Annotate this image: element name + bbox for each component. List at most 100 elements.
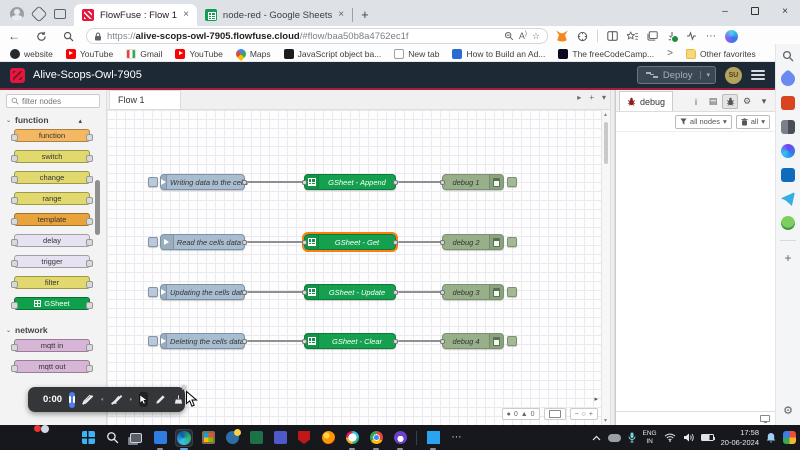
vscode-button[interactable] — [425, 430, 441, 446]
workspace[interactable]: Writing data to the cells GSheet - Appen… — [107, 110, 610, 425]
gsheet-get-node-selected[interactable]: GSheet - Get — [304, 234, 396, 250]
inject-button[interactable] — [148, 237, 158, 247]
palette-node-function[interactable]: function — [14, 129, 90, 142]
palette-node-mqtt-in[interactable]: mqtt in — [14, 339, 90, 352]
slack-button[interactable] — [344, 430, 360, 446]
bookmark-website[interactable]: website — [10, 49, 53, 59]
palette-node-delay[interactable]: delay — [14, 234, 90, 247]
bookmark-how-to-build[interactable]: How to Build an Ad... — [452, 49, 545, 59]
microphone-icon[interactable] — [628, 432, 636, 443]
palette-node-template[interactable]: template — [14, 213, 90, 226]
tab-close-icon[interactable]: × — [338, 10, 344, 20]
mail-app-button[interactable] — [152, 430, 168, 446]
start-button[interactable] — [80, 430, 96, 446]
github-desktop-button[interactable] — [392, 430, 408, 446]
bookmark-new-tab[interactable]: New tab — [394, 49, 439, 59]
taskbar-overflow-button[interactable]: ⋯ — [449, 430, 465, 446]
scrollbar-thumb[interactable] — [604, 122, 608, 164]
palette-filter-input[interactable] — [22, 97, 92, 106]
debug-log-body[interactable] — [616, 132, 775, 411]
palette-node-change[interactable]: change — [14, 171, 90, 184]
sidebar-plant-icon[interactable] — [781, 216, 795, 230]
inject-node[interactable]: Read the cells data — [160, 234, 245, 250]
input-port[interactable] — [302, 240, 307, 245]
tab-flowfuse[interactable]: FlowFuse : Flow 1 × — [74, 4, 197, 26]
sidebar-search-icon[interactable] — [782, 50, 794, 62]
eraser-tool-icon[interactable] — [173, 394, 184, 405]
input-port[interactable] — [440, 339, 445, 344]
debug-node[interactable]: debug 2 — [442, 234, 504, 250]
pen-disabled-icon[interactable] — [82, 394, 93, 405]
refresh-button[interactable] — [28, 31, 55, 42]
add-flow-button[interactable]: + — [589, 93, 594, 102]
scroll-up-icon[interactable]: ▴ — [604, 111, 607, 118]
taskbar-search-button[interactable] — [104, 430, 120, 446]
sidebar-outlook-icon[interactable] — [781, 168, 795, 182]
palette-node-gsheet[interactable]: GSheet — [14, 297, 90, 310]
debug-node[interactable]: debug 1 — [442, 174, 504, 190]
inject-node[interactable]: Updating the cells data — [160, 284, 245, 300]
wifi-icon[interactable] — [664, 433, 676, 442]
palette-node-mqtt-out[interactable]: mqtt out — [14, 360, 90, 373]
recording-toolbar[interactable]: 0:00 ▾ ▾ ‹ — [28, 387, 185, 412]
mcafee-button[interactable] — [296, 430, 312, 446]
next-tab-icon[interactable]: ▸ — [577, 93, 581, 102]
read-aloud-icon[interactable]: A) — [519, 31, 527, 41]
sidebar-settings-icon[interactable]: ⚙ — [783, 404, 793, 417]
pause-button[interactable] — [69, 392, 75, 408]
tab-flow-1[interactable]: Flow 1 — [109, 90, 181, 109]
navigator-button[interactable] — [544, 408, 566, 420]
flow-list-caret[interactable]: ▾ — [602, 93, 606, 102]
deploy-options-caret[interactable]: ▾ — [700, 71, 715, 79]
language-indicator[interactable]: ENGIN — [643, 430, 657, 446]
workspaces-icon[interactable] — [31, 6, 48, 23]
store-button[interactable] — [200, 430, 216, 446]
hidden-icons-chevron[interactable] — [592, 435, 601, 441]
tab-close-icon[interactable]: × — [183, 10, 189, 20]
tab-actions-icon[interactable] — [54, 9, 66, 19]
minimize-button[interactable]: – — [710, 0, 740, 22]
battery-icon[interactable] — [701, 434, 714, 441]
firefox-button[interactable] — [320, 430, 336, 446]
palette-node-filter[interactable]: filter — [14, 276, 90, 289]
palette-category-network[interactable]: ⌄network — [0, 318, 106, 339]
tab-debug[interactable]: debug — [619, 91, 673, 111]
inject-button[interactable] — [148, 336, 158, 346]
inject-node[interactable]: Writing data to the cells — [160, 174, 245, 190]
copilot-icon[interactable] — [725, 30, 738, 43]
palette-node-switch[interactable]: switch — [14, 150, 90, 163]
pen-tool-icon[interactable] — [155, 394, 166, 405]
browser-profile-icon[interactable] — [10, 7, 24, 21]
sidebar-shopping-icon[interactable] — [778, 69, 798, 89]
open-debug-window-icon[interactable] — [760, 415, 770, 422]
back-button[interactable]: ← — [0, 29, 28, 43]
canvas-vertical-scrollbar[interactable]: ▴ ▾ — [601, 110, 610, 425]
collections-icon[interactable] — [647, 31, 658, 41]
palette-category-function[interactable]: ⌄function — [0, 108, 106, 129]
clear-log-button[interactable]: all ▾ — [736, 115, 770, 129]
config-tab-button[interactable]: ⚙ — [739, 94, 755, 109]
volume-icon[interactable] — [683, 433, 694, 442]
bookmarks-overflow-chevron[interactable]: > — [667, 48, 673, 59]
favorites-bar-icon[interactable] — [627, 31, 638, 41]
inject-node[interactable]: Deleting the cells data — [160, 333, 245, 349]
onedrive-icon[interactable] — [608, 434, 621, 442]
input-port[interactable] — [302, 180, 307, 185]
other-favorites[interactable]: Other favorites — [686, 49, 756, 59]
sidebar-menu-caret[interactable]: ▾ — [756, 94, 772, 109]
palette-node-trigger[interactable]: trigger — [14, 255, 90, 268]
bookmark-youtube-2[interactable]: YouTube — [175, 49, 222, 59]
settings-more-icon[interactable]: ⋯ — [706, 31, 716, 42]
meet-now-icon[interactable] — [783, 431, 796, 444]
teams-button[interactable] — [272, 430, 288, 446]
zoom-reset-button[interactable]: ○ — [582, 411, 586, 418]
extension-icon[interactable] — [577, 31, 588, 42]
debug-toggle-button[interactable] — [507, 237, 517, 247]
info-tab-button[interactable]: i — [688, 94, 704, 109]
metamask-extension-icon[interactable] — [556, 31, 568, 42]
bookmark-gmail[interactable]: Gmail — [126, 49, 162, 59]
bookmark-maps[interactable]: Maps — [236, 49, 271, 59]
deploy-button[interactable]: Deploy ▾ — [637, 66, 716, 84]
input-port[interactable] — [440, 180, 445, 185]
palette-search[interactable] — [6, 94, 100, 108]
